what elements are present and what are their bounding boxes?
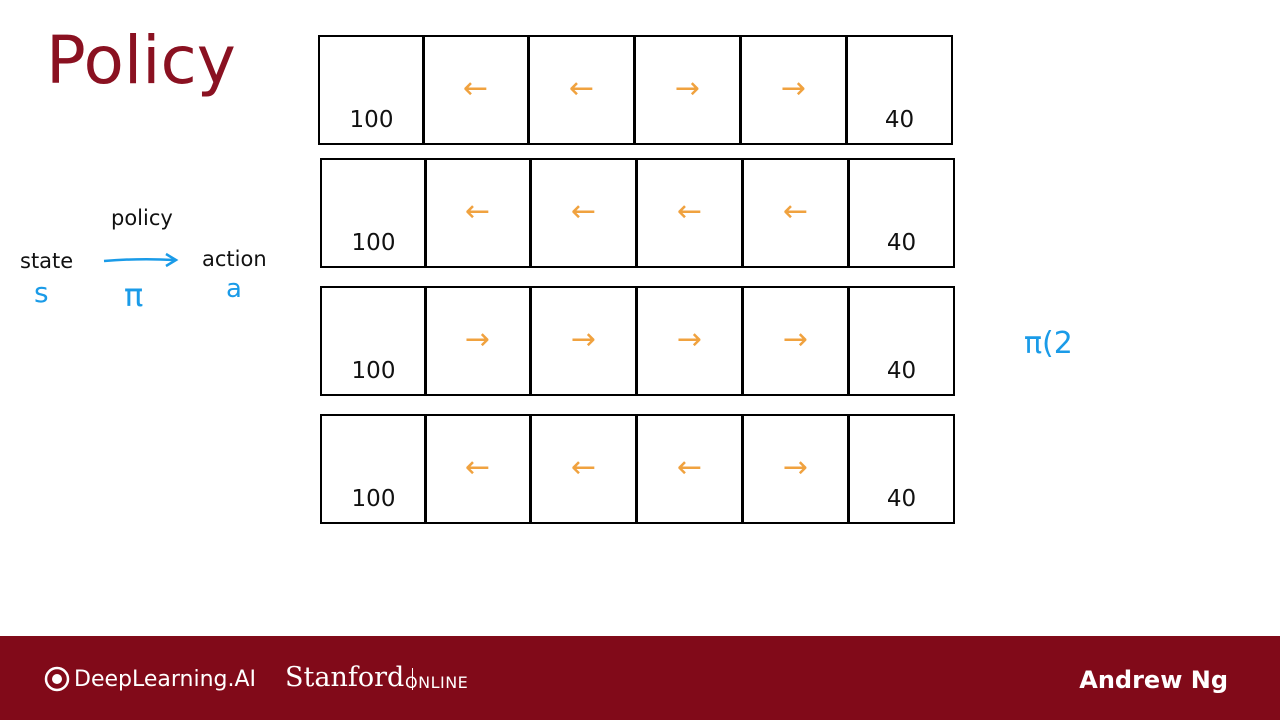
reward-value: 100 [351, 358, 396, 384]
footer-bar: DeepLearning.AI Stanford ONLINE Andrew N… [0, 636, 1280, 720]
grid-cell: 100 [320, 158, 427, 268]
grid-cell: 40 [848, 286, 955, 396]
reward-value: 40 [886, 358, 917, 384]
grid-cell: ← [422, 35, 529, 145]
state-label: state [20, 249, 74, 273]
grid-cell: 40 [848, 158, 955, 268]
left-arrow-icon: ← [568, 70, 595, 106]
reward-value: 40 [886, 486, 917, 512]
stanford-logo: Stanford [285, 662, 419, 693]
right-arrow-icon: → [676, 321, 703, 357]
grid-cell: ← [742, 158, 849, 268]
left-arrow-icon: ← [570, 193, 597, 229]
action-label: action [202, 247, 267, 271]
grid-cell: → [634, 35, 741, 145]
policy-annotation: π(2 [1024, 326, 1073, 361]
policy-arrow-icon [103, 252, 179, 268]
left-arrow-icon: ← [464, 449, 491, 485]
grid-cell: → [742, 286, 849, 396]
grid-cell: ← [528, 35, 635, 145]
presenter-name: Andrew Ng [1079, 666, 1228, 694]
grid-cell: ← [424, 158, 531, 268]
left-arrow-icon: ← [782, 193, 809, 229]
grid-cell: → [636, 286, 743, 396]
grid-cell: → [742, 414, 849, 524]
reward-value: 100 [351, 230, 396, 256]
slide-title: Policy [46, 22, 236, 99]
grid-cell: → [530, 286, 637, 396]
grid-cell: → [740, 35, 847, 145]
reward-value: 100 [349, 107, 394, 133]
action-symbol: a [226, 274, 242, 304]
grid-cell: ← [636, 158, 743, 268]
reward-value: 100 [351, 486, 396, 512]
grid-cell: 40 [848, 414, 955, 524]
left-arrow-icon: ← [464, 193, 491, 229]
right-arrow-icon: → [464, 321, 491, 357]
grid-cell: ← [424, 414, 531, 524]
left-arrow-icon: ← [462, 70, 489, 106]
grid-cell: → [424, 286, 531, 396]
deeplearning-logo: DeepLearning.AI [44, 666, 256, 692]
online-text: ONLINE [405, 673, 469, 692]
right-arrow-icon: → [780, 70, 807, 106]
right-arrow-icon: → [570, 321, 597, 357]
grid-cell: 40 [846, 35, 953, 145]
grid-cell: ← [530, 414, 637, 524]
deeplearning-text: DeepLearning.AI [74, 666, 257, 692]
grid-cell: ← [530, 158, 637, 268]
left-arrow-icon: ← [570, 449, 597, 485]
reward-value: 40 [884, 107, 915, 133]
deeplearning-icon [44, 666, 70, 692]
reward-value: 40 [886, 230, 917, 256]
grid-cell: 100 [318, 35, 425, 145]
right-arrow-icon: → [782, 449, 809, 485]
stanford-text: Stanford [285, 662, 405, 693]
policy-label: policy [111, 206, 173, 230]
right-arrow-icon: → [782, 321, 809, 357]
grid-cell: 100 [320, 414, 427, 524]
grid-cell: ← [636, 414, 743, 524]
left-arrow-icon: ← [676, 193, 703, 229]
left-arrow-icon: ← [676, 449, 703, 485]
grid-cell: 100 [320, 286, 427, 396]
policy-symbol: π [124, 276, 144, 314]
state-symbol: s [34, 276, 49, 309]
right-arrow-icon: → [674, 70, 701, 106]
